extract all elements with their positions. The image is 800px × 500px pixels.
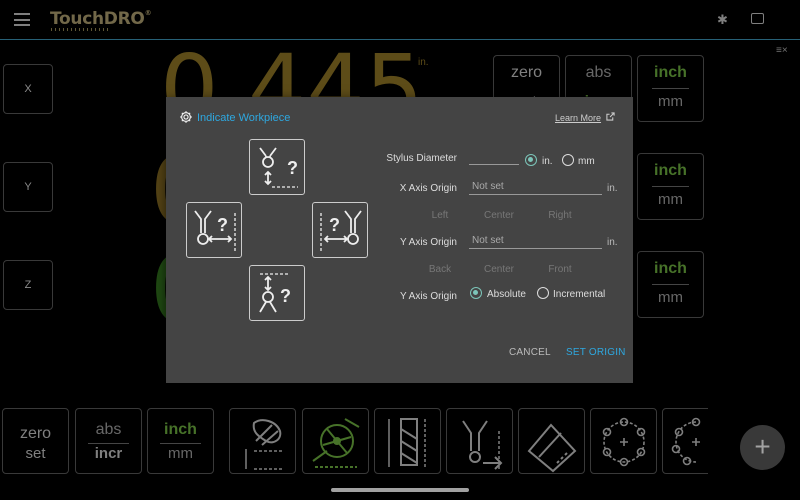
dialog-title: Indicate Workpiece — [197, 112, 291, 124]
stylus-unit-in-radio[interactable] — [525, 154, 537, 166]
stylus-diameter-label: Stylus Diameter — [386, 153, 457, 164]
x-axis-origin-unit: in. — [607, 183, 618, 194]
y-axis-origin-unit: in. — [607, 237, 618, 248]
y-option-back[interactable]: Back — [410, 264, 470, 275]
x-axis-origin-label: X Axis Origin — [399, 183, 457, 194]
mode-incremental-label: Incremental — [553, 289, 606, 300]
y-option-front[interactable]: Front — [530, 264, 590, 275]
mode-incremental-radio[interactable] — [537, 287, 549, 299]
probe-back-edge-tile[interactable]: ? — [249, 139, 305, 195]
x-axis-origin-field[interactable]: Not set — [469, 181, 602, 195]
stylus-unit-in-label: in. — [542, 156, 553, 167]
indicate-workpiece-dialog: Indicate Workpiece Learn More ? ? ? ? St… — [166, 97, 633, 383]
svg-text:?: ? — [329, 215, 340, 235]
svg-text:?: ? — [287, 158, 298, 178]
gear-icon — [180, 111, 192, 123]
y-axis-origin-label: Y Axis Origin — [399, 237, 457, 248]
origin-mode-label: Y Axis Origin — [399, 291, 457, 302]
svg-text:?: ? — [280, 286, 291, 306]
x-option-right[interactable]: Right — [530, 210, 590, 221]
probe-back-edge-icon: ? — [259, 147, 298, 188]
mode-absolute-radio[interactable] — [470, 287, 482, 299]
probe-right-edge-tile[interactable]: ? — [312, 202, 368, 258]
external-link-icon[interactable] — [606, 112, 615, 121]
stylus-unit-mm-label: mm — [578, 156, 595, 167]
y-option-center[interactable]: Center — [469, 264, 529, 275]
cancel-button[interactable]: CANCEL — [509, 347, 551, 358]
probe-front-edge-icon: ? — [259, 273, 291, 313]
probe-right-edge-icon: ? — [320, 210, 362, 253]
x-option-center[interactable]: Center — [469, 210, 529, 221]
stylus-diameter-input[interactable] — [469, 151, 519, 165]
stylus-unit-mm-radio[interactable] — [562, 154, 574, 166]
x-option-left[interactable]: Left — [410, 210, 470, 221]
mode-absolute-label: Absolute — [487, 289, 526, 300]
probe-left-edge-tile[interactable]: ? — [186, 202, 242, 258]
set-origin-button[interactable]: SET ORIGIN — [566, 347, 626, 358]
probe-front-edge-tile[interactable]: ? — [249, 265, 305, 321]
svg-text:?: ? — [217, 215, 228, 235]
probe-left-edge-icon: ? — [194, 210, 236, 253]
learn-more-link[interactable]: Learn More — [555, 113, 601, 123]
y-axis-origin-field[interactable]: Not set — [469, 235, 602, 249]
